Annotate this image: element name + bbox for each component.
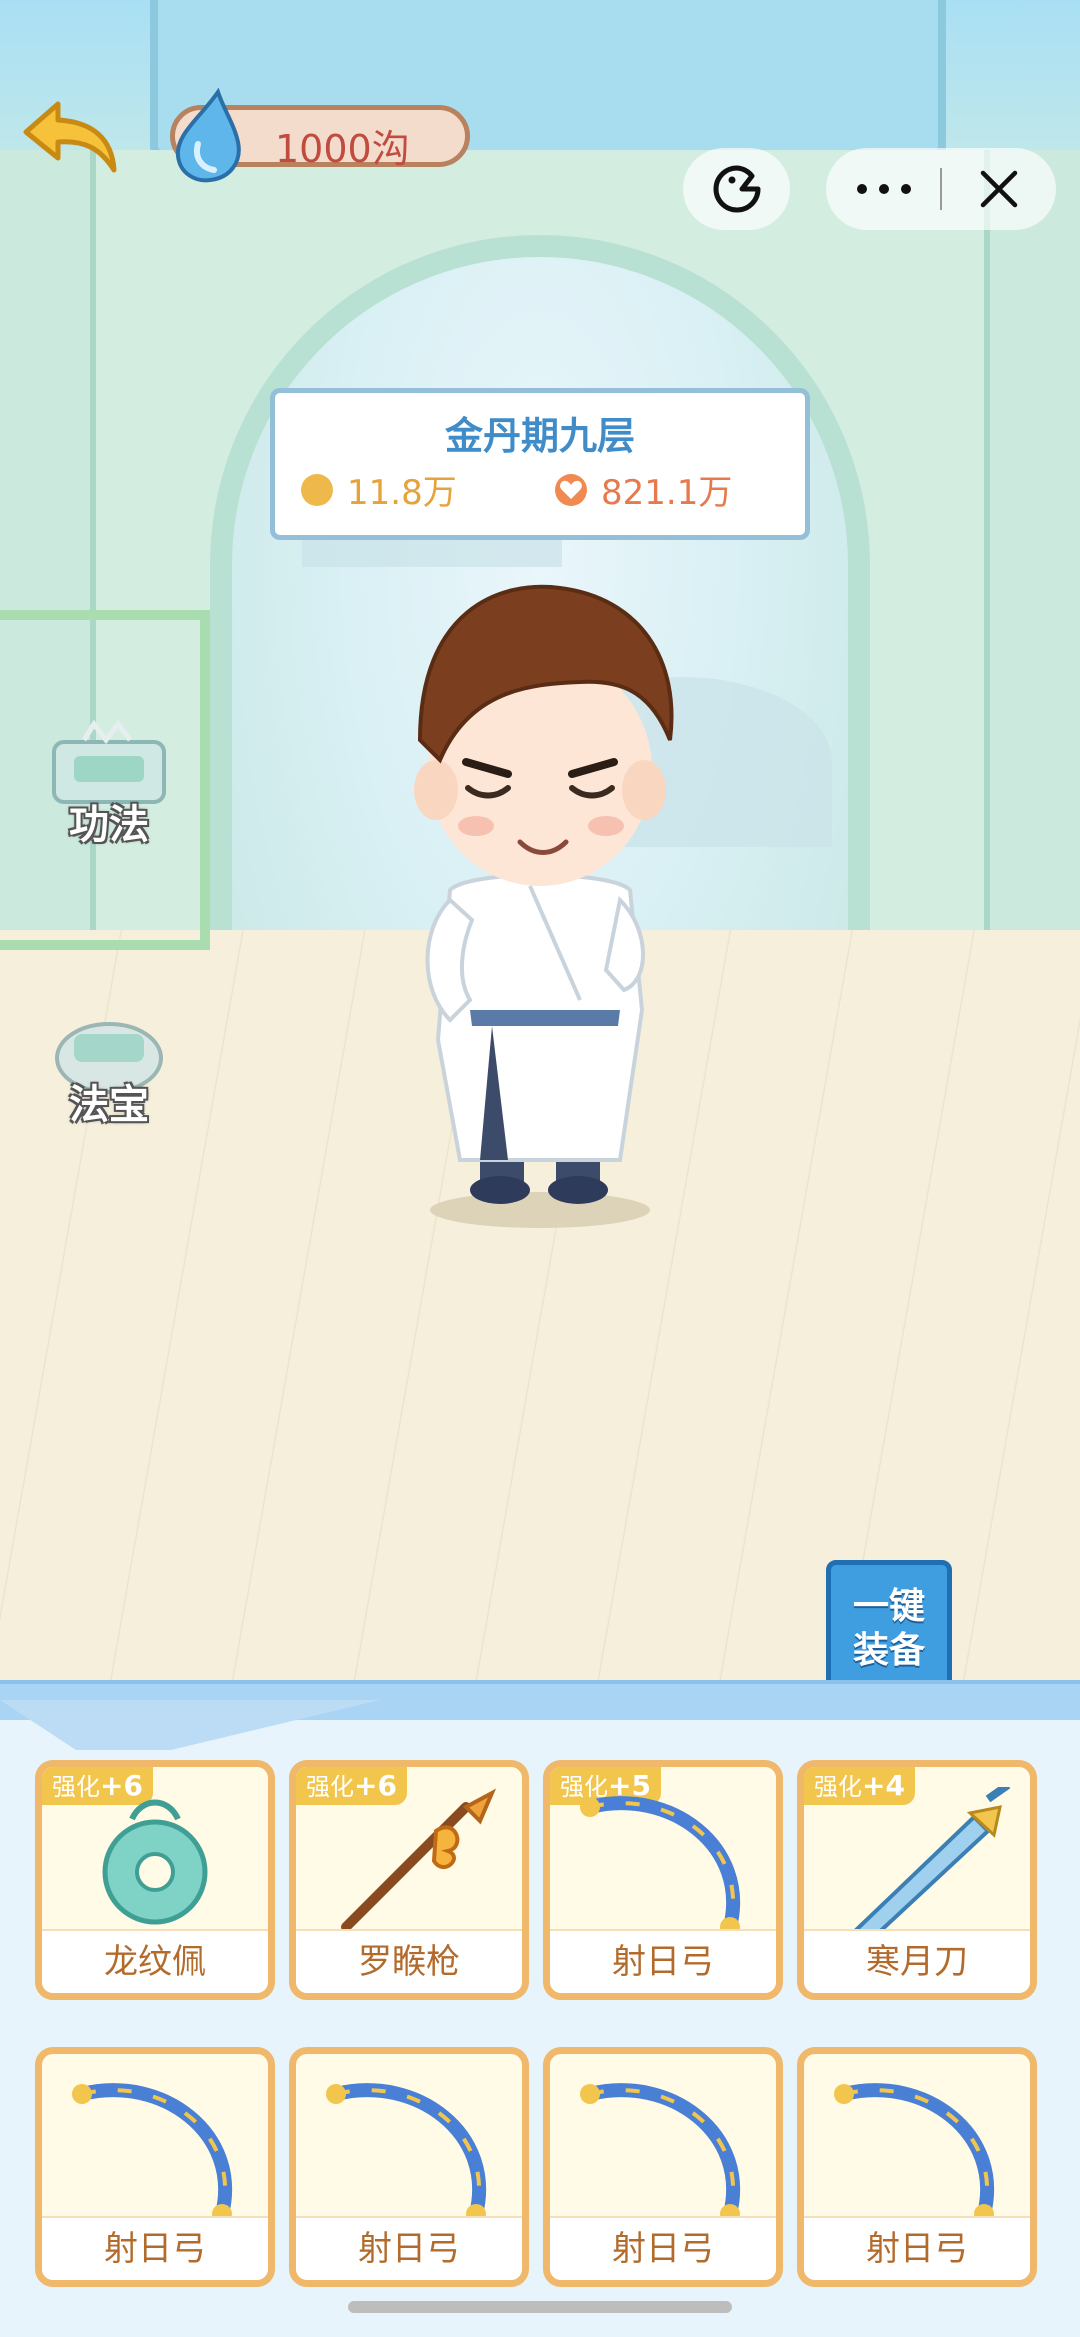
bow-icon bbox=[580, 2083, 741, 2224]
item-name: 射日弓 bbox=[104, 2229, 206, 2269]
inventory-slot[interactable]: 强化+6 罗睺枪 bbox=[289, 1760, 529, 2000]
back-arrow-icon bbox=[23, 101, 117, 173]
equip-all-label-line2: 装备 bbox=[852, 1630, 925, 1671]
jade-pendant-icon bbox=[102, 1799, 208, 1925]
skills-button[interactable]: 功法 bbox=[44, 719, 174, 850]
scene-pillar-right bbox=[984, 150, 1080, 930]
mini-program-capsule bbox=[826, 148, 1056, 230]
item-name: 射日弓 bbox=[612, 2229, 714, 2269]
bow-icon bbox=[580, 1796, 741, 1937]
game-center-capsule bbox=[683, 148, 790, 230]
item-name: 射日弓 bbox=[866, 2229, 968, 2269]
close-icon bbox=[980, 170, 1018, 208]
coin-icon bbox=[301, 473, 333, 506]
bow-icon bbox=[326, 2083, 487, 2224]
item-name: 射日弓 bbox=[358, 2229, 460, 2269]
back-button[interactable] bbox=[22, 100, 122, 176]
equip-all-label-line1: 一键 bbox=[852, 1586, 925, 1627]
inventory-slot[interactable]: 射日弓 bbox=[797, 2047, 1037, 2287]
item-name: 罗睺枪 bbox=[358, 1942, 460, 1982]
equip-all-button[interactable]: 一键 装备 bbox=[826, 1560, 952, 1700]
skills-label: 功法 bbox=[69, 802, 149, 848]
item-name: 射日弓 bbox=[612, 1942, 714, 1982]
more-button[interactable] bbox=[826, 148, 941, 230]
gold-value: 11.8万 bbox=[347, 473, 457, 513]
bow-icon bbox=[834, 2083, 995, 2224]
water-drop-icon bbox=[170, 87, 248, 184]
game-center-button[interactable] bbox=[683, 148, 790, 230]
close-button[interactable] bbox=[942, 148, 1056, 230]
realm-title: 金丹期九层 bbox=[444, 414, 635, 458]
realm-panel: 金丹期九层 11.8万 821.1万 bbox=[270, 388, 810, 540]
inventory-slot[interactable]: 射日弓 bbox=[35, 2047, 275, 2287]
player-character bbox=[380, 570, 700, 1230]
game-center-icon bbox=[713, 165, 760, 213]
item-name: 龙纹佩 bbox=[104, 1942, 206, 1982]
home-indicator[interactable] bbox=[348, 2301, 732, 2313]
hp-value: 821.1万 bbox=[601, 473, 733, 513]
inventory-slot[interactable]: 射日弓 bbox=[543, 2047, 783, 2287]
hp-stat: 821.1万 bbox=[555, 465, 732, 514]
bow-icon bbox=[72, 2083, 233, 2224]
inventory-slot[interactable]: 强化+6 龙纹佩 bbox=[35, 1760, 275, 2000]
treasure-button[interactable]: 法宝 bbox=[44, 1000, 174, 1130]
inventory-slot[interactable]: 射日弓 bbox=[289, 2047, 529, 2287]
blade-icon bbox=[850, 1787, 1011, 1937]
heart-icon bbox=[555, 473, 587, 506]
inventory-slot[interactable]: 强化+5 射日弓 bbox=[543, 1760, 783, 2000]
treasure-label: 法宝 bbox=[69, 1082, 149, 1128]
item-name: 寒月刀 bbox=[866, 1942, 968, 1982]
spear-icon bbox=[341, 1788, 497, 1932]
gold-stat: 11.8万 bbox=[301, 465, 457, 514]
currency-amount: 1000沟 bbox=[275, 127, 410, 171]
inventory-slot[interactable]: 强化+4 寒月刀 bbox=[797, 1760, 1037, 2000]
more-dots-icon bbox=[856, 184, 911, 194]
